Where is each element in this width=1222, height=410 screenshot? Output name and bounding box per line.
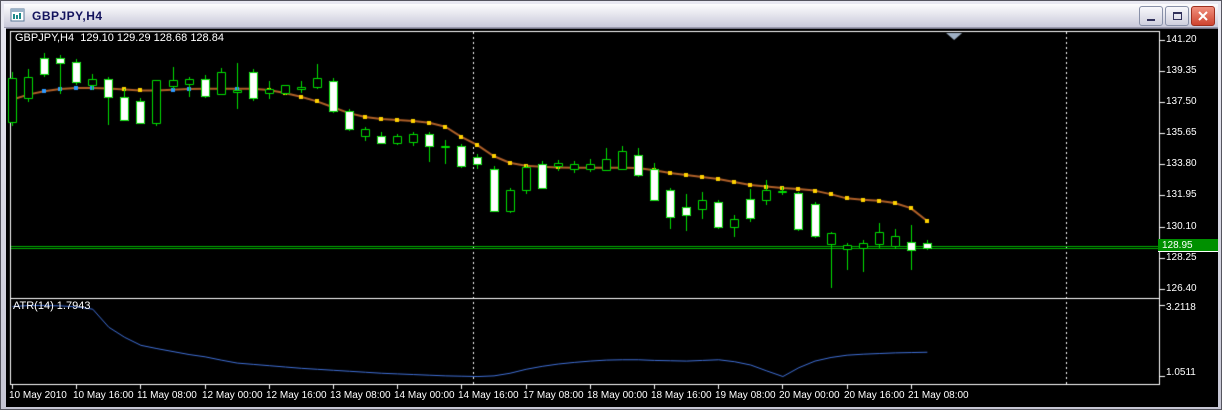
chart-window: GBPJPY,H4 GBPJPY,H4 129.10 129.29 128.68… — [0, 0, 1222, 410]
close-button[interactable] — [1191, 6, 1215, 26]
time-tick-label: 10 May 2010 — [9, 390, 67, 401]
price-tick-label: 135.65 — [1166, 127, 1197, 138]
time-tick-label: 12 May 16:00 — [266, 390, 327, 401]
price-tick-label: 126.40 — [1166, 283, 1197, 294]
price-tick-label: 139.35 — [1166, 65, 1197, 76]
atr-indicator-label: ATR(14) 1.7943 — [13, 300, 90, 312]
time-tick-label: 12 May 00:00 — [202, 390, 263, 401]
time-tick-label: 14 May 00:00 — [394, 390, 455, 401]
close-icon — [1198, 11, 1208, 21]
maximize-button[interactable] — [1165, 6, 1189, 26]
title-bar[interactable]: GBPJPY,H4 — [4, 4, 1218, 28]
time-tick-label: 20 May 16:00 — [844, 390, 905, 401]
maximize-icon — [1173, 12, 1182, 20]
price-tick-label: 128.25 — [1166, 252, 1197, 263]
time-tick-label: 19 May 08:00 — [715, 390, 776, 401]
time-tick-label: 11 May 08:00 — [137, 390, 197, 401]
time-tick-label: 18 May 16:00 — [651, 390, 712, 401]
time-tick-label: 18 May 00:00 — [587, 390, 648, 401]
price-tick-label: 131.95 — [1166, 189, 1197, 200]
atr-tick-label: 1.0511 — [1166, 367, 1196, 378]
time-tick-label: 21 May 08:00 — [908, 390, 969, 401]
time-tick-label: 10 May 16:00 — [73, 390, 134, 401]
price-tick-label: 141.20 — [1166, 34, 1197, 45]
time-tick-label: 17 May 08:00 — [523, 390, 584, 401]
minimize-icon — [1147, 19, 1155, 21]
chart-client-area: GBPJPY,H4 129.10 129.29 128.68 128.84 AT… — [6, 28, 1218, 407]
price-tick-label: 130.10 — [1166, 221, 1197, 232]
chart-icon — [10, 8, 26, 23]
price-tick-label: 133.80 — [1166, 158, 1197, 169]
minimize-button[interactable] — [1139, 6, 1163, 26]
ohlc-header: GBPJPY,H4 129.10 129.29 128.68 128.84 — [15, 32, 224, 44]
chart-overlay: GBPJPY,H4 129.10 129.29 128.68 128.84 AT… — [6, 29, 1218, 407]
time-tick-label: 14 May 16:00 — [458, 390, 519, 401]
time-tick-label: 13 May 08:00 — [330, 390, 391, 401]
atr-tick-label: 3.2118 — [1166, 302, 1196, 313]
window-title: GBPJPY,H4 — [32, 9, 103, 23]
price-axis[interactable] — [1156, 29, 1218, 407]
time-tick-label: 20 May 00:00 — [779, 390, 840, 401]
current-price-marker: 128.95 — [1158, 239, 1218, 252]
price-tick-label: 137.50 — [1166, 96, 1197, 107]
